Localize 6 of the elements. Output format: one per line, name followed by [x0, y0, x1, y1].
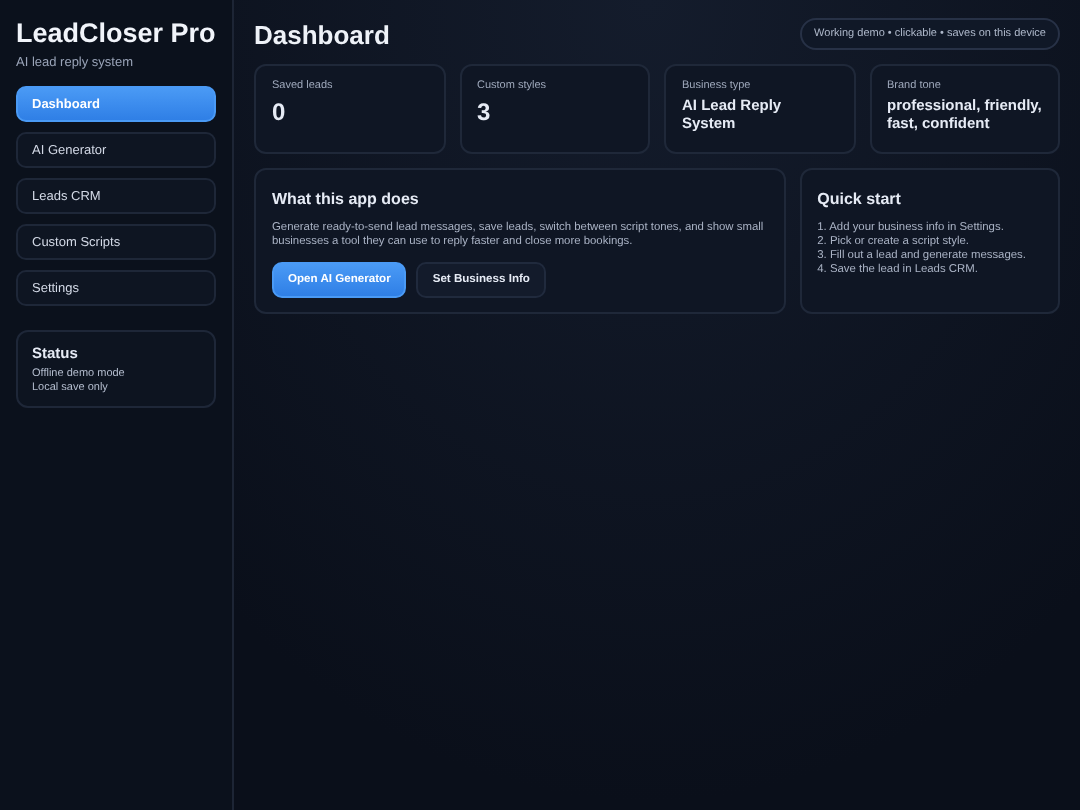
stat-value: 0 — [272, 98, 288, 126]
card-title: Quick start — [817, 190, 903, 208]
app-name: LeadCloser Pro — [16, 18, 216, 48]
page-title: Dashboard — [254, 19, 390, 49]
stat-value: 3 — [477, 98, 493, 126]
card-title: What this app does — [272, 190, 421, 208]
